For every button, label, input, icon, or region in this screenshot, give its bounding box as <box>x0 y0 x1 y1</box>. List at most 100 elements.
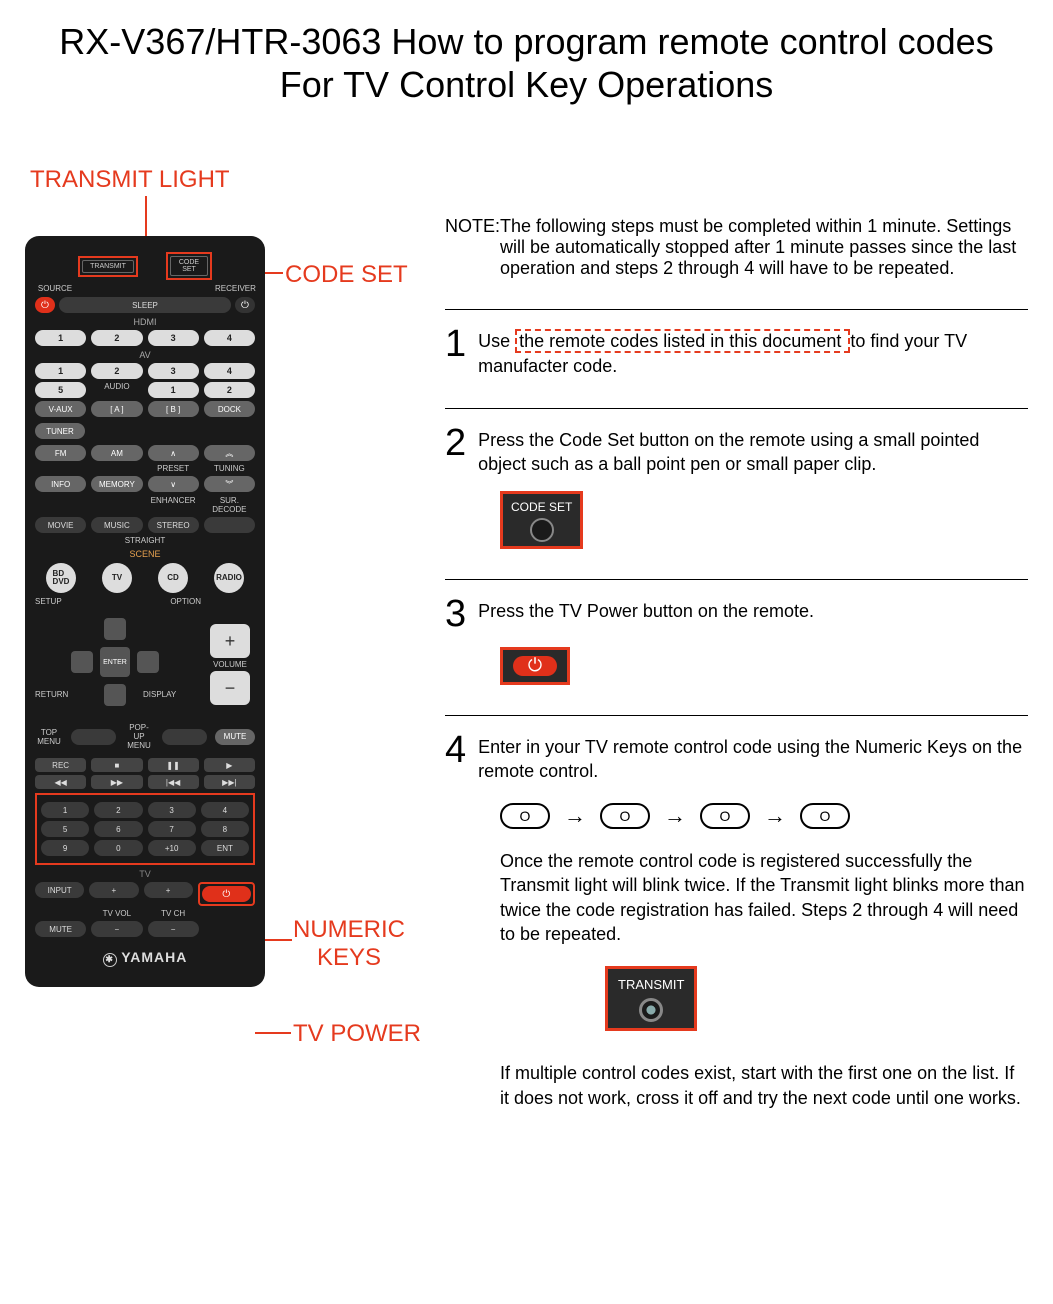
seq-2: O <box>600 803 650 829</box>
am-button[interactable]: AM <box>91 445 142 461</box>
tuning-down[interactable]: ︾ <box>204 476 255 492</box>
num-4[interactable]: 4 <box>201 802 249 818</box>
step-1-text: Use the remote codes listed in this docu… <box>478 325 1028 378</box>
scene-bddvd[interactable]: BD DVD <box>46 563 76 593</box>
transmit-light-box: TRANSMIT <box>78 256 138 277</box>
hdmi-1[interactable]: 1 <box>35 330 86 346</box>
info-button[interactable]: INFO <box>35 476 86 492</box>
step-1-number: 1 <box>445 325 466 363</box>
volume-down[interactable]: − <box>210 671 250 705</box>
num-1[interactable]: 1 <box>41 802 89 818</box>
av-1[interactable]: 1 <box>35 363 86 379</box>
receiver-power-button[interactable] <box>235 297 255 313</box>
preset-up[interactable]: ∧ <box>148 445 199 461</box>
num-7[interactable]: 7 <box>148 821 196 837</box>
play-button[interactable]: ▶ <box>204 758 255 772</box>
final-para: If multiple control codes exist, start w… <box>500 1061 1028 1110</box>
seq-arrow-2: → <box>664 803 686 829</box>
codeset-label: CODE SET <box>170 256 208 276</box>
num-10[interactable]: +10 <box>148 840 196 856</box>
callout-transmit-light: TRANSMIT LIGHT <box>30 166 230 194</box>
dpad-right[interactable] <box>137 651 159 673</box>
volume-up[interactable]: + <box>210 624 250 658</box>
num-2[interactable]: 2 <box>94 802 142 818</box>
dpad-left[interactable] <box>71 651 93 673</box>
hdmi-4[interactable]: 4 <box>204 330 255 346</box>
step-4: 4 Enter in your TV remote control code u… <box>445 715 1028 1110</box>
sleep-button[interactable]: SLEEP <box>59 297 231 313</box>
step-3: 3 Press the TV Power button on the remot… <box>445 579 1028 685</box>
topmenu-button[interactable] <box>71 729 116 745</box>
tuner-button[interactable]: TUNER <box>35 423 85 439</box>
codeset-illustration: CODE SET <box>500 491 583 549</box>
title-line-1: RX-V367/HTR-3063 How to program remote c… <box>59 21 993 62</box>
dpad-up[interactable] <box>104 618 126 640</box>
audio-2[interactable]: 2 <box>204 382 255 398</box>
label-scene: SCENE <box>35 549 255 559</box>
av-5[interactable]: 5 <box>35 382 86 398</box>
codeset-ill-label: CODE SET <box>511 500 572 514</box>
surdecode-button[interactable] <box>204 517 255 533</box>
step-2-number: 2 <box>445 424 466 462</box>
s1-a: Use <box>478 331 515 351</box>
label-setup: SETUP <box>35 597 62 606</box>
a-button[interactable]: [ A ] <box>91 401 142 417</box>
tuning-up[interactable]: ︽ <box>204 445 255 461</box>
music-button[interactable]: MUSIC <box>91 517 142 533</box>
stop-button[interactable]: ■ <box>91 758 142 772</box>
num-9[interactable]: 9 <box>41 840 89 856</box>
dpad-down[interactable] <box>104 684 126 706</box>
vaux-button[interactable]: V-AUX <box>35 401 86 417</box>
num-3[interactable]: 3 <box>148 802 196 818</box>
source-power-button[interactable] <box>35 297 55 313</box>
step-4-para: Once the remote control code is register… <box>500 849 1028 946</box>
label-tv: TV <box>35 869 255 879</box>
b-button[interactable]: [ B ] <box>148 401 199 417</box>
hdmi-2[interactable]: 2 <box>91 330 142 346</box>
prev-button[interactable]: |◀◀ <box>148 775 199 789</box>
av-3[interactable]: 3 <box>148 363 199 379</box>
memory-button[interactable]: MEMORY <box>91 476 142 492</box>
tvch-up[interactable]: + <box>144 882 193 898</box>
num-ent[interactable]: ENT <box>201 840 249 856</box>
fm-button[interactable]: FM <box>35 445 86 461</box>
num-6[interactable]: 6 <box>94 821 142 837</box>
seq-1: O <box>500 803 550 829</box>
tvvol-down[interactable]: − <box>91 921 142 937</box>
num-0[interactable]: 0 <box>94 840 142 856</box>
num-5[interactable]: 5 <box>41 821 89 837</box>
rewind-button[interactable]: ◀◀ <box>35 775 86 789</box>
dock-button[interactable]: DOCK <box>204 401 255 417</box>
tv-input-button[interactable]: INPUT <box>35 882 84 898</box>
num-8[interactable]: 8 <box>201 821 249 837</box>
tv-mute-button[interactable]: MUTE <box>35 921 86 937</box>
codeset-ill-button <box>530 518 554 542</box>
mute-button[interactable]: MUTE <box>215 729 255 745</box>
note-label: NOTE: <box>445 216 500 279</box>
pause-button[interactable]: ❚❚ <box>148 758 199 772</box>
scene-radio[interactable]: RADIO <box>214 563 244 593</box>
rec-button[interactable]: REC <box>35 758 86 772</box>
audio-1[interactable]: 1 <box>148 382 199 398</box>
label-tuning: TUNING <box>204 464 255 473</box>
av-2[interactable]: 2 <box>91 363 142 379</box>
enter-button[interactable]: ENTER <box>100 647 130 677</box>
tv-power-button[interactable] <box>202 886 251 902</box>
brand-logo: ✱ YAMAHA <box>35 949 255 967</box>
stereo-button[interactable]: STEREO <box>148 517 199 533</box>
scene-tv[interactable]: TV <box>102 563 132 593</box>
popupmenu-button[interactable] <box>162 729 207 745</box>
tvvol-up[interactable]: + <box>89 882 138 898</box>
step-2-text: Press the Code Set button on the remote … <box>478 424 1028 477</box>
movie-button[interactable]: MOVIE <box>35 517 86 533</box>
main-content: TRANSMIT LIGHT CODE SET NUMERIC KEYS TV … <box>25 166 1028 1140</box>
av-4[interactable]: 4 <box>204 363 255 379</box>
volume-box: + VOLUME − <box>210 622 250 707</box>
ffwd-button[interactable]: ▶▶ <box>91 775 142 789</box>
next-button[interactable]: ▶▶| <box>204 775 255 789</box>
hdmi-3[interactable]: 3 <box>148 330 199 346</box>
tvch-down[interactable]: − <box>148 921 199 937</box>
scene-cd[interactable]: CD <box>158 563 188 593</box>
label-volume: VOLUME <box>210 660 250 669</box>
preset-down[interactable]: ∨ <box>148 476 199 492</box>
